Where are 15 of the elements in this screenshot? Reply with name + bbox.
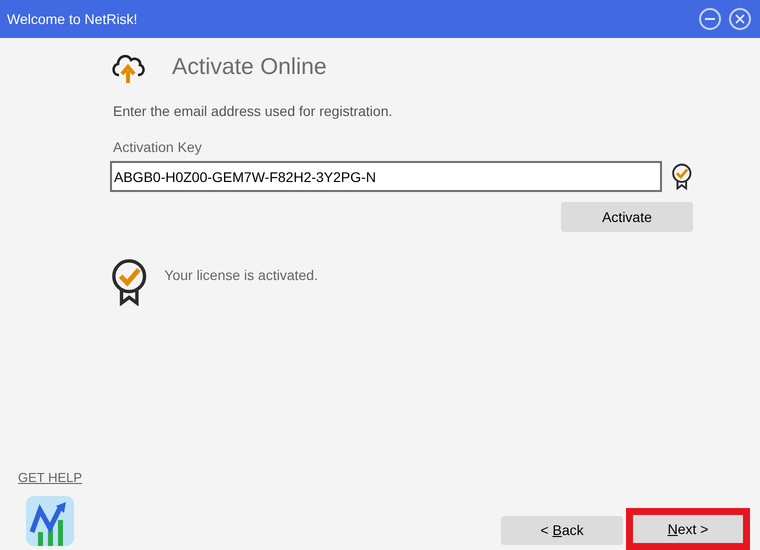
field-label: Activation Key	[113, 138, 203, 157]
instruction-text: Enter the email address used for registration.	[113, 102, 394, 121]
minimize-button[interactable]	[699, 8, 721, 30]
wizard-button[interactable]: < Back	[501, 516, 623, 545]
activate-button[interactable]: Activate	[561, 202, 693, 232]
page-heading: Activate Online	[172, 52, 327, 81]
window-title: Welcome to NetRisk!	[7, 10, 138, 28]
close-icon	[735, 14, 745, 24]
activation-key-field[interactable]: ABGB0-H0Z00-GEM7W-F82H2-3Y2PG-N	[110, 161, 662, 192]
close-button[interactable]	[729, 8, 751, 30]
status-message: Your license is activated.	[164, 266, 318, 284]
get-help-link[interactable]: GET HELP	[18, 468, 82, 487]
minus-icon	[705, 18, 715, 20]
wizard-button[interactable]: Next >	[633, 515, 743, 543]
app-logo	[26, 496, 74, 546]
